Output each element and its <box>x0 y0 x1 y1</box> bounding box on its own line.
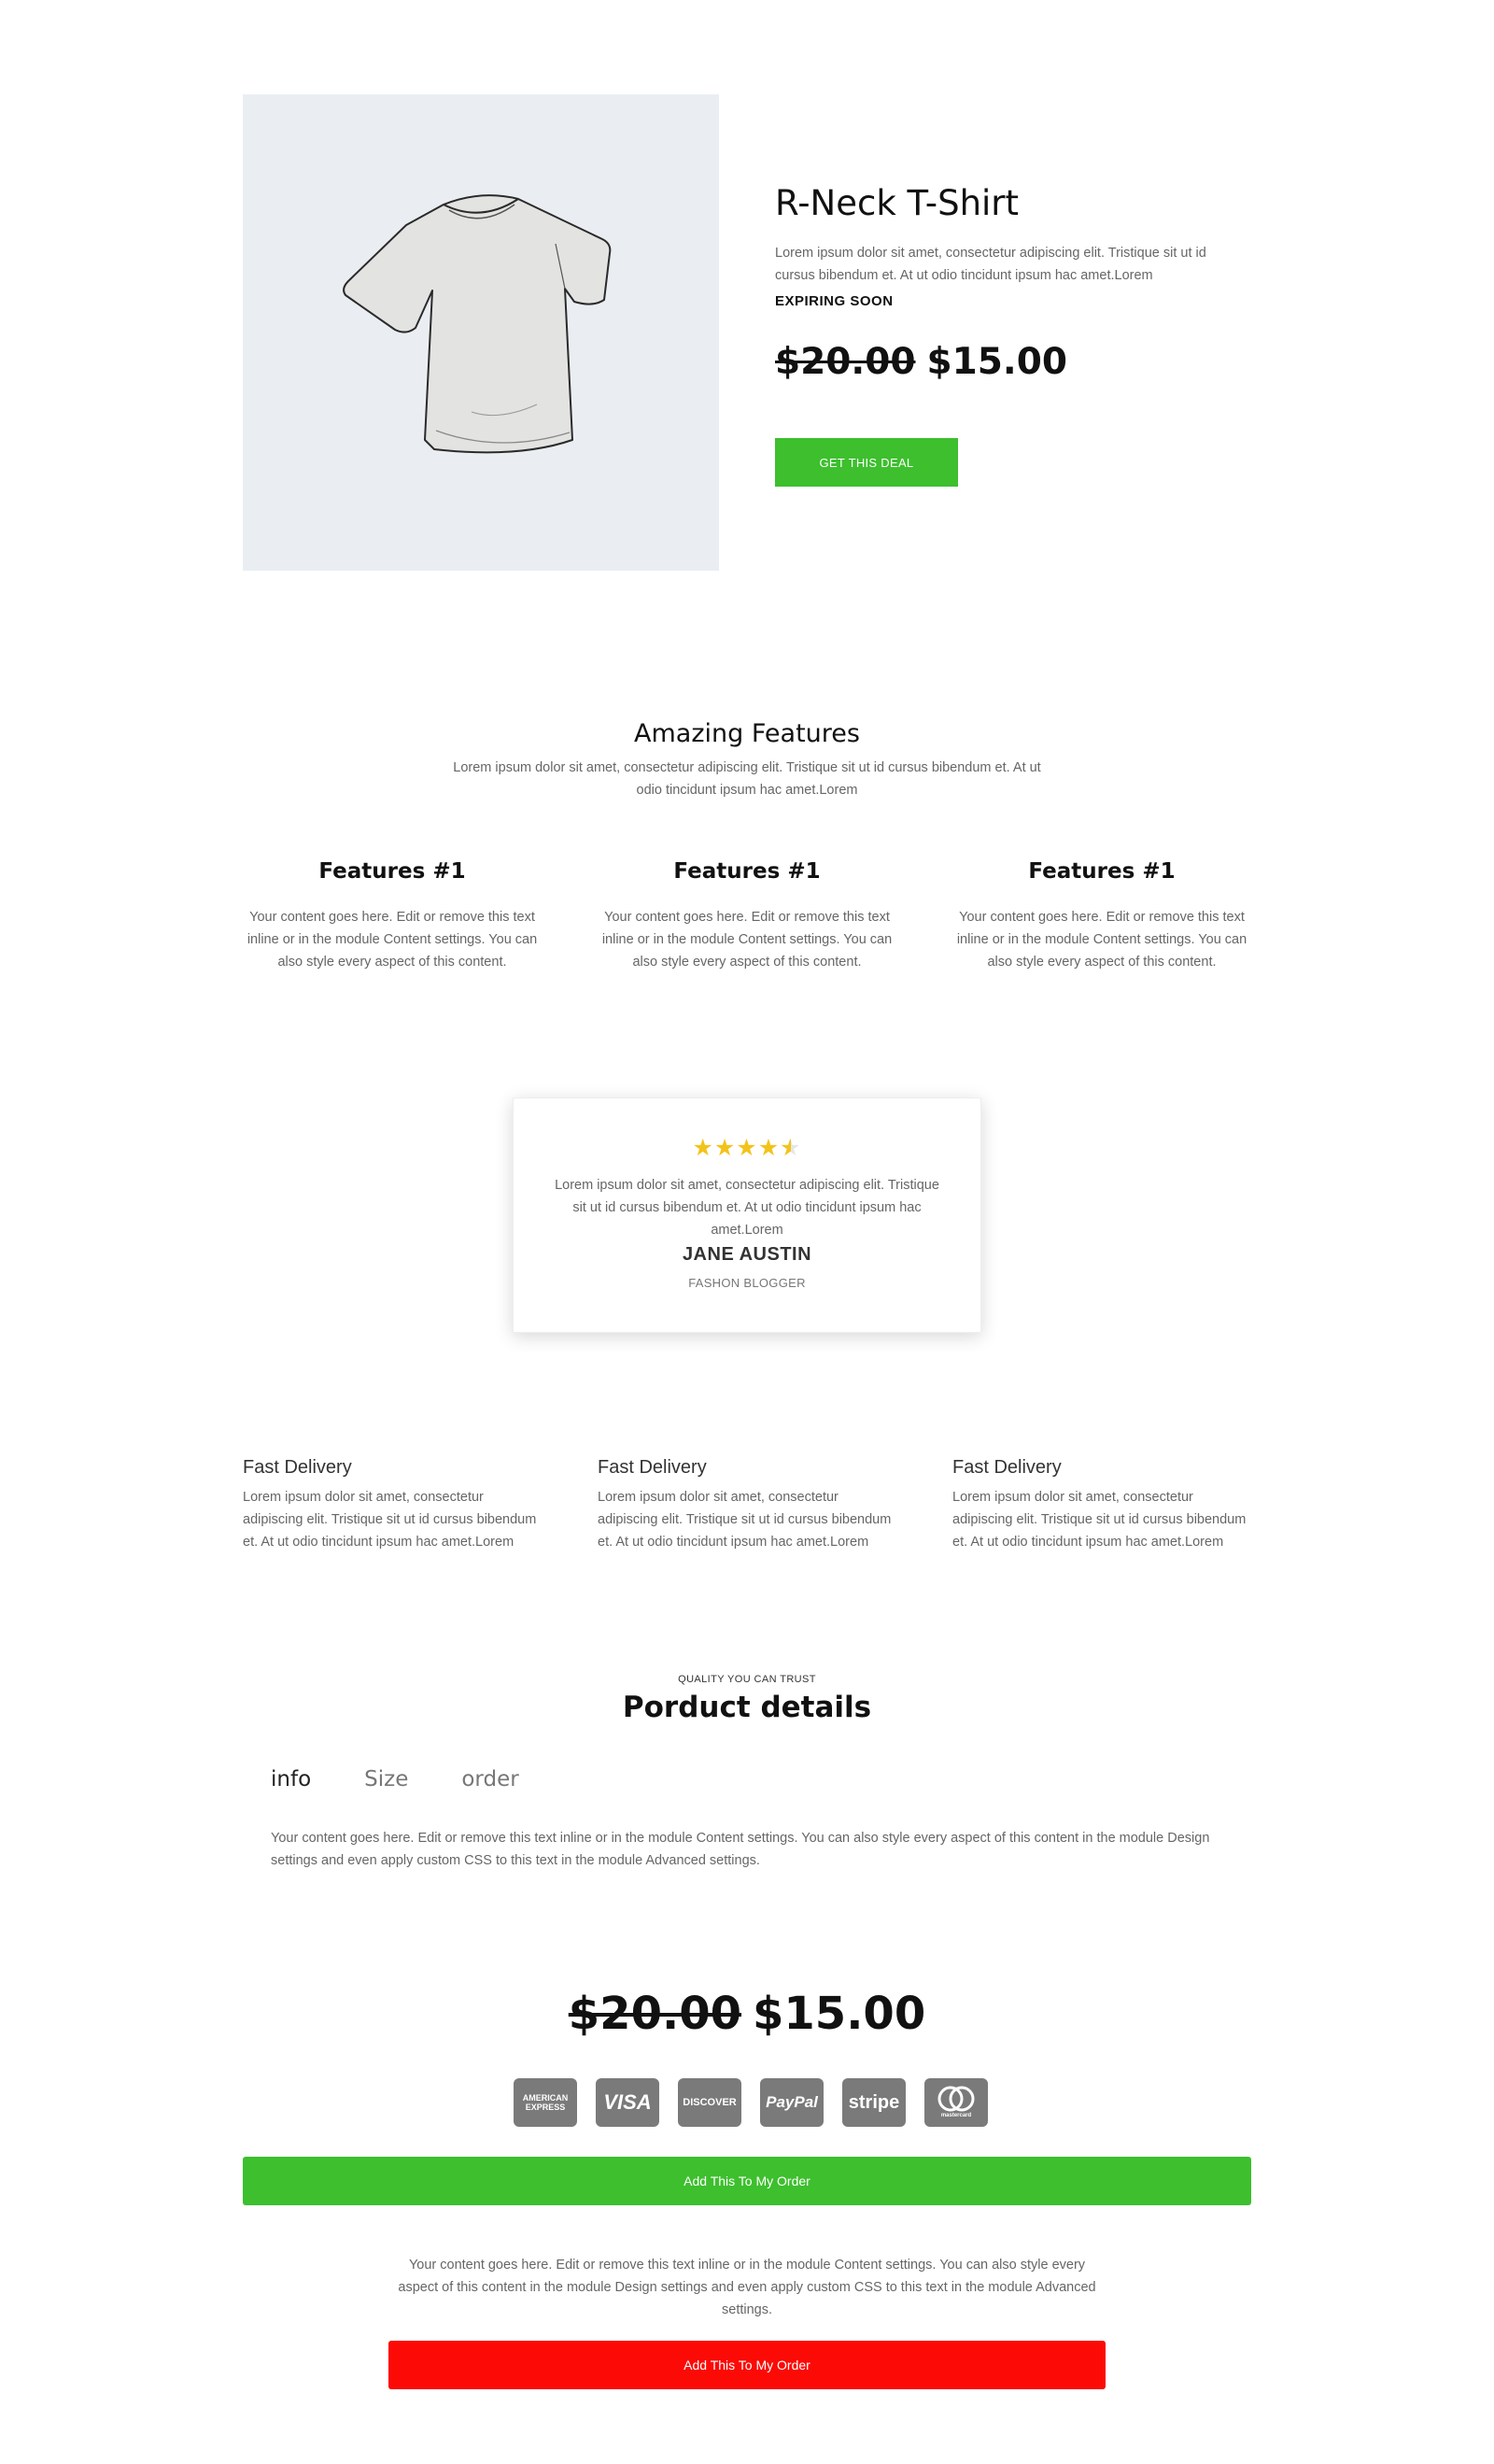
visa-icon: VISA <box>596 2078 659 2127</box>
delivery-block: Fast Delivery Lorem ipsum dolor sit amet… <box>598 1457 896 1553</box>
delivery-title: Fast Delivery <box>598 1457 707 1478</box>
amex-icon: AMERICAN EXPRESS <box>514 2078 577 2127</box>
star-rating: ★★★★★ <box>514 1134 980 1162</box>
feature-text: Your content goes here. Edit or remove t… <box>247 910 538 970</box>
details-title: Porduct details <box>622 1691 872 1724</box>
new-price: $15.00 <box>926 341 1068 383</box>
details-tabs: info Size order <box>271 1767 572 1791</box>
hero-price: $20.00 $15.00 <box>775 341 1067 383</box>
order-old-price: $20.00 <box>568 1988 741 2040</box>
delivery-title: Fast Delivery <box>952 1457 1062 1478</box>
add-to-order-button-secondary[interactable]: Add This To My Order <box>388 2341 1106 2389</box>
mastercard-circles-icon <box>937 2086 975 2112</box>
tab-content: Your content goes here. Edit or remove t… <box>271 1831 1210 1868</box>
tab-info[interactable]: info <box>271 1767 311 1791</box>
get-deal-button[interactable]: GET THIS DEAL <box>775 438 958 487</box>
testimonial-role: FASHON BLOGGER <box>688 1276 806 1290</box>
star-icon: ★ <box>692 1135 714 1161</box>
payment-icons: AMERICAN EXPRESS VISA DISCOVER PayPal st… <box>514 2078 1007 2127</box>
delivery-text: Lorem ipsum dolor sit amet, consectetur … <box>243 1490 537 1550</box>
feature-title: Features #1 <box>1028 859 1176 884</box>
testimonial-name: JANE AUSTIN <box>682 1244 812 1265</box>
delivery-text: Lorem ipsum dolor sit amet, consectetur … <box>952 1490 1247 1550</box>
delivery-block: Fast Delivery Lorem ipsum dolor sit amet… <box>243 1457 542 1553</box>
mastercard-icon: mastercard <box>924 2078 988 2127</box>
visa-label: VISA <box>603 2090 652 2114</box>
paypal-label: PayPal <box>766 2093 818 2111</box>
order-price: $20.00 $15.00 <box>0 1988 1494 2040</box>
feature-text: Your content goes here. Edit or remove t… <box>956 910 1247 970</box>
order-note: Your content goes here. Edit or remove t… <box>398 2258 1096 2317</box>
product-image <box>243 94 719 571</box>
product-description: Lorem ipsum dolor sit amet, consectetur … <box>775 246 1206 283</box>
paypal-icon: PayPal <box>760 2078 824 2127</box>
discover-icon: DISCOVER <box>678 2078 741 2127</box>
feature-title: Features #1 <box>318 859 466 884</box>
delivery-block: Fast Delivery Lorem ipsum dolor sit amet… <box>952 1457 1251 1553</box>
order-new-price: $15.00 <box>753 1988 926 2040</box>
testimonial-text: Lorem ipsum dolor sit amet, consectetur … <box>555 1178 939 1238</box>
old-price: $20.00 <box>775 341 916 383</box>
stripe-icon: stripe <box>842 2078 906 2127</box>
amex-label: AMERICAN EXPRESS <box>522 2093 569 2112</box>
tab-size[interactable]: Size <box>364 1767 408 1791</box>
feature-text: Your content goes here. Edit or remove t… <box>601 910 893 970</box>
delivery-title: Fast Delivery <box>243 1457 352 1478</box>
star-icon: ★ <box>736 1135 758 1161</box>
mastercard-label: mastercard <box>940 2113 972 2118</box>
discover-label: DISCOVER <box>683 2097 737 2108</box>
product-title: R-Neck T-Shirt <box>775 183 1020 223</box>
star-icon: ★ <box>757 1135 781 1161</box>
stripe-label: stripe <box>848 2091 900 2113</box>
feature-card: Features #1 Your content goes here. Edit… <box>233 859 551 973</box>
features-title: Amazing Features <box>634 719 860 748</box>
feature-card: Features #1 Your content goes here. Edit… <box>588 859 906 973</box>
feature-card: Features #1 Your content goes here. Edit… <box>943 859 1261 973</box>
details-eyebrow: QUALITY YOU CAN TRUST <box>678 1674 816 1685</box>
add-to-order-button[interactable]: Add This To My Order <box>243 2157 1251 2205</box>
features-description: Lorem ipsum dolor sit amet, consectetur … <box>453 760 1041 798</box>
tab-order[interactable]: order <box>461 1767 518 1791</box>
delivery-text: Lorem ipsum dolor sit amet, consectetur … <box>598 1490 892 1550</box>
expiring-badge: EXPIRING SOON <box>775 293 894 309</box>
tshirt-icon <box>343 194 612 454</box>
star-icon: ★ <box>713 1135 737 1161</box>
feature-title: Features #1 <box>673 859 821 884</box>
testimonial-card: ★★★★★ Lorem ipsum dolor sit amet, consec… <box>513 1097 981 1333</box>
half-star-icon: ★ <box>780 1134 801 1162</box>
